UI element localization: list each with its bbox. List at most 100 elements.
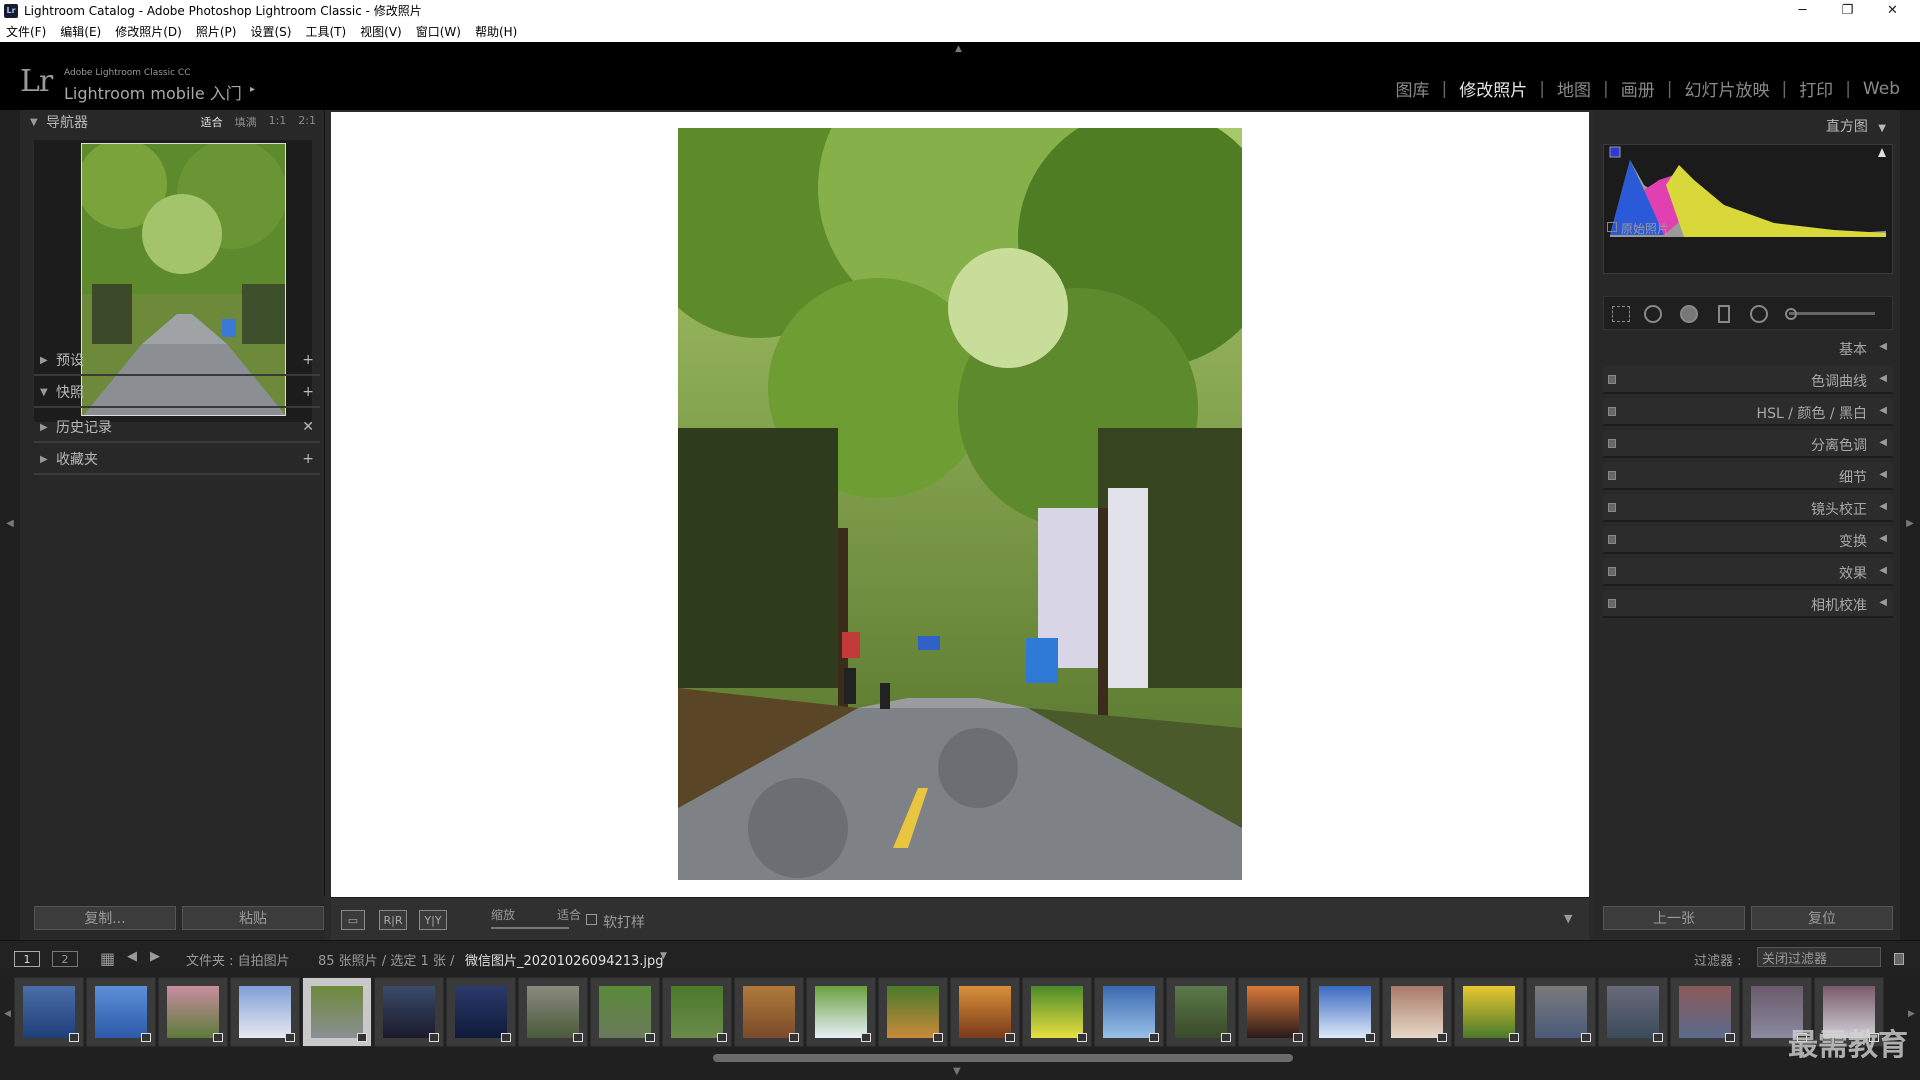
collapse-right-icon[interactable]: ▶	[1900, 518, 1920, 529]
hsl-switch[interactable]	[1608, 407, 1616, 416]
filmstrip-thumbnail[interactable]	[518, 977, 588, 1047]
histogram[interactable]	[1603, 144, 1893, 274]
filmstrip-thumbnail[interactable]	[1310, 977, 1380, 1047]
graduated-filter-icon[interactable]	[1718, 305, 1730, 323]
before-after-yy-button[interactable]: Y|Y	[419, 910, 447, 930]
filmstrip-thumbnail[interactable]	[806, 977, 876, 1047]
camera-calibration-switch[interactable]	[1608, 599, 1616, 608]
main-photo[interactable]	[678, 128, 1242, 880]
transform-section[interactable]: 变换 ◀	[1603, 526, 1893, 554]
menu-tools[interactable]: 工具(T)	[305, 23, 346, 40]
red-eye-icon[interactable]	[1680, 305, 1698, 323]
module-map[interactable]: 地图	[1553, 76, 1595, 101]
left-edge[interactable]: ◀	[0, 110, 20, 940]
filmstrip-thumbnail[interactable]	[878, 977, 948, 1047]
module-print[interactable]: 打印	[1795, 76, 1837, 101]
secondary-window-button[interactable]: 2	[52, 951, 78, 967]
back-arrow-icon[interactable]: ◀	[127, 949, 137, 964]
filmstrip-scroll-right-icon[interactable]: ▶	[1908, 1009, 1915, 1019]
menu-help[interactable]: 帮助(H)	[475, 23, 517, 40]
zoom-slider[interactable]	[491, 927, 569, 929]
zoom-1-1[interactable]: 1:1	[269, 114, 287, 130]
filmstrip-thumbnail[interactable]	[662, 977, 732, 1047]
softproof-checkbox[interactable]	[586, 914, 597, 925]
filmstrip-thumbnail[interactable]	[446, 977, 516, 1047]
filmstrip-thumbnail[interactable]	[734, 977, 804, 1047]
filmstrip-thumbnail[interactable]	[158, 977, 228, 1047]
module-book[interactable]: 画册	[1617, 76, 1659, 101]
split-toning-switch[interactable]	[1608, 439, 1616, 448]
copy-settings-button[interactable]: 复制...	[34, 906, 176, 930]
collections-section[interactable]: ▶ 收藏夹 +	[34, 445, 320, 475]
before-after-rr-button[interactable]: R|R	[379, 910, 407, 930]
filmstrip-thumbnail[interactable]	[1670, 977, 1740, 1047]
effects-switch[interactable]	[1608, 567, 1616, 576]
filmstrip-scrollbar[interactable]	[713, 1054, 1293, 1062]
filmstrip-thumbnail[interactable]	[1454, 977, 1524, 1047]
source-folder[interactable]: 文件夹 : 自拍图片	[186, 950, 290, 969]
selected-filename[interactable]: 微信图片_20201026094213.jpg	[465, 950, 664, 969]
menu-view[interactable]: 视图(V)	[360, 23, 402, 40]
filmstrip-thumbnail[interactable]	[230, 977, 300, 1047]
histogram-header[interactable]: 直方图 ▼	[1826, 116, 1886, 136]
lens-correction-section[interactable]: 镜头校正 ◀	[1603, 494, 1893, 522]
zoom-fill[interactable]: 填满	[235, 114, 257, 130]
tone-curve-section[interactable]: 色调曲线 ◀	[1603, 366, 1893, 394]
add-preset-icon[interactable]: +	[302, 352, 314, 368]
menu-edit[interactable]: 编辑(E)	[60, 23, 101, 40]
filmstrip-thumbnail[interactable]	[302, 977, 372, 1047]
menu-photo[interactable]: 照片(P)	[196, 23, 237, 40]
filmstrip-thumbnail[interactable]	[950, 977, 1020, 1047]
filmstrip-thumbnail[interactable]	[14, 977, 84, 1047]
filter-lock-icon[interactable]	[1894, 953, 1904, 965]
module-develop[interactable]: 修改照片	[1455, 76, 1531, 101]
module-library[interactable]: 图库	[1392, 76, 1434, 101]
add-snapshot-icon[interactable]: +	[302, 384, 314, 400]
reset-button[interactable]: 复位	[1751, 906, 1893, 930]
filmstrip-thumbnail[interactable]	[1382, 977, 1452, 1047]
add-collection-icon[interactable]: +	[302, 451, 314, 467]
zoom-fit[interactable]: 适合	[201, 114, 223, 130]
filter-select[interactable]: 关闭过滤器	[1757, 947, 1881, 967]
module-web[interactable]: Web	[1859, 79, 1904, 99]
filmstrip-thumbnail[interactable]	[86, 977, 156, 1047]
zoom-2-1[interactable]: 2:1	[298, 114, 316, 130]
basic-section[interactable]: 基本 ◀	[1603, 334, 1893, 362]
effects-section[interactable]: 效果 ◀	[1603, 558, 1893, 586]
main-window-button[interactable]: 1	[14, 951, 40, 967]
previous-button[interactable]: 上一张	[1603, 906, 1745, 930]
tone-curve-switch[interactable]	[1608, 375, 1616, 384]
paste-settings-button[interactable]: 粘贴	[182, 906, 324, 930]
radial-filter-icon[interactable]	[1750, 305, 1768, 323]
filmstrip-thumbnail[interactable]	[1526, 977, 1596, 1047]
collapse-filmstrip-icon[interactable]: ▼	[953, 1066, 961, 1077]
filmstrip-thumbnail[interactable]	[1238, 977, 1308, 1047]
loupe-view-icon[interactable]: ▭	[341, 910, 365, 930]
detail-section[interactable]: 细节 ◀	[1603, 462, 1893, 490]
mobile-arrow-icon[interactable]: ▸	[250, 84, 255, 95]
close-button[interactable]: ✕	[1870, 0, 1915, 21]
identity-plate-mobile[interactable]: Lightroom mobile 入门	[64, 80, 242, 104]
menu-settings[interactable]: 设置(S)	[250, 23, 291, 40]
filmstrip-thumbnail[interactable]	[1022, 977, 1092, 1047]
transform-switch[interactable]	[1608, 535, 1616, 544]
adjustment-brush-icon[interactable]	[1785, 308, 1797, 320]
filmstrip-scroll-left-icon[interactable]: ◀	[4, 1009, 11, 1019]
history-section[interactable]: ▶ 历史记录 ✕	[34, 413, 320, 443]
original-photo-checkbox[interactable]	[1607, 222, 1617, 232]
filmstrip-thumbnail[interactable]	[1094, 977, 1164, 1047]
minimize-button[interactable]: ─	[1780, 0, 1825, 21]
split-toning-section[interactable]: 分离色调 ◀	[1603, 430, 1893, 458]
collapse-top-panel-icon[interactable]: ▲	[955, 44, 962, 54]
collapse-left-icon[interactable]: ◀	[0, 518, 20, 529]
lens-correction-switch[interactable]	[1608, 503, 1616, 512]
toolbar-menu-icon[interactable]: ▼	[1564, 912, 1572, 925]
filmstrip-thumbnail[interactable]	[1598, 977, 1668, 1047]
right-edge[interactable]: ▶	[1900, 110, 1920, 940]
menu-window[interactable]: 窗口(W)	[416, 23, 461, 40]
hsl-section[interactable]: HSL / 颜色 / 黑白 ◀	[1603, 398, 1893, 426]
maximize-button[interactable]: ❐	[1825, 0, 1870, 21]
grid-view-icon[interactable]: ▦	[100, 949, 115, 968]
presets-section[interactable]: ▶ 预设 +	[34, 346, 320, 376]
camera-calibration-section[interactable]: 相机校准 ◀	[1603, 590, 1893, 618]
